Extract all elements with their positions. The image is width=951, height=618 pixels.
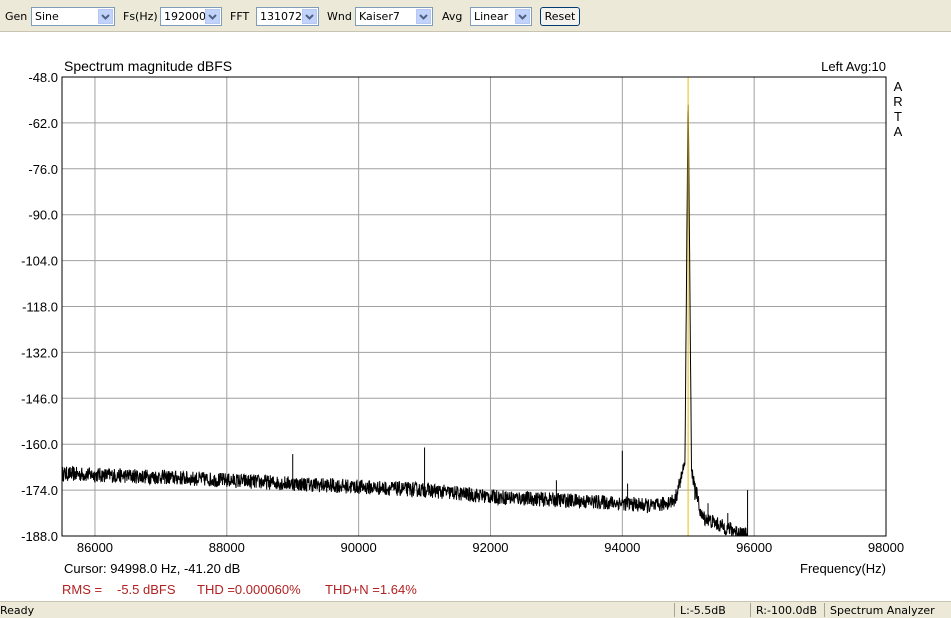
watermark-letter: A: [894, 79, 903, 94]
chart-title: Spectrum magnitude dBFS: [64, 58, 232, 74]
x-tick-label: 90000: [341, 540, 377, 555]
x-tick-label: 94000: [604, 540, 640, 555]
y-tick-label: -76.0: [28, 162, 58, 177]
chevron-down-icon[interactable]: [98, 9, 113, 24]
status-ready: Ready: [0, 604, 35, 617]
grid: [62, 76, 887, 537]
noise-floor-trace: [61, 104, 748, 537]
y-tick-label: -118.0: [22, 300, 58, 315]
spectrum-trace: [61, 104, 749, 537]
x-axis: 86000 88000 90000 92000 94000 96000 98000: [77, 540, 904, 555]
gen-label: Gen: [5, 10, 28, 23]
status-separator: [674, 603, 675, 617]
status-bar: Ready L:-5.5dB R:-100.0dB Spectrum Analy…: [0, 601, 951, 618]
gen-select-value: Sine: [35, 10, 59, 23]
status-left-level: L:-5.5dB: [680, 604, 726, 617]
y-tick-label: -90.0: [28, 208, 58, 223]
x-tick-label: 96000: [736, 540, 772, 555]
fs-label: Fs(Hz): [123, 10, 158, 23]
wnd-select[interactable]: Kaiser7: [355, 7, 433, 26]
status-separator: [750, 603, 751, 617]
avg-label: Avg: [442, 10, 463, 23]
y-tick-label: -146.0: [21, 391, 58, 406]
gen-select[interactable]: Sine: [31, 7, 115, 26]
fs-select-value: 192000: [164, 10, 206, 23]
spectrum-panel: Spectrum magnitude dBFS Left Avg:10 A R …: [0, 33, 951, 600]
rms-label: RMS =: [62, 582, 102, 597]
fs-select[interactable]: 192000: [160, 7, 222, 26]
x-tick-label: 92000: [472, 540, 508, 555]
fft-select[interactable]: 131072: [256, 7, 319, 26]
y-tick-label: -62.0: [28, 116, 58, 131]
wnd-label: Wnd: [327, 10, 352, 23]
y-tick-label: -188.0: [21, 529, 58, 544]
y-tick-label: -132.0: [21, 345, 58, 360]
channel-info: Left Avg:10: [821, 59, 886, 74]
fft-label: FFT: [230, 10, 250, 23]
y-tick-label: -160.0: [21, 437, 58, 452]
rms-value: -5.5 dBFS: [117, 582, 176, 597]
avg-select[interactable]: Linear: [470, 7, 532, 26]
y-tick-label: -104.0: [21, 254, 58, 269]
y-axis: -48.0 -62.0 -76.0 -90.0 -104.0 -118.0 -132.0 -1…: [21, 70, 58, 544]
status-separator: [824, 603, 825, 617]
cursor-readout: Cursor: 94998.0 Hz, -41.20 dB: [64, 561, 240, 576]
thd-value: THD =0.000060%: [197, 582, 301, 597]
x-tick-label: 98000: [868, 540, 904, 555]
reset-button[interactable]: Reset: [540, 7, 580, 26]
y-tick-label: -48.0: [28, 70, 58, 85]
toolbar: Gen Sine Fs(Hz) 192000 FFT 131072 Wnd Ka…: [0, 0, 951, 32]
spectrum-chart[interactable]: Spectrum magnitude dBFS Left Avg:10 A R …: [0, 33, 951, 600]
arta-watermark: A R T A: [893, 79, 902, 139]
chevron-down-icon[interactable]: [302, 9, 317, 24]
watermark-letter: R: [893, 94, 902, 109]
thdn-value: THD+N =1.64%: [325, 582, 417, 597]
chevron-down-icon[interactable]: [416, 9, 431, 24]
status-mode: Spectrum Analyzer: [830, 604, 935, 617]
watermark-letter: T: [894, 109, 902, 124]
x-tick-label: 86000: [77, 540, 113, 555]
y-tick-label: -174.0: [21, 483, 58, 498]
avg-select-value: Linear: [474, 10, 509, 23]
x-axis-label: Frequency(Hz): [800, 561, 886, 576]
chevron-down-icon[interactable]: [515, 9, 530, 24]
x-tick-label: 88000: [209, 540, 245, 555]
watermark-letter: A: [894, 124, 903, 139]
fft-select-value: 131072: [260, 10, 302, 23]
status-right-level: R:-100.0dB: [756, 604, 817, 617]
chevron-down-icon[interactable]: [205, 9, 220, 24]
wnd-select-value: Kaiser7: [359, 10, 400, 23]
